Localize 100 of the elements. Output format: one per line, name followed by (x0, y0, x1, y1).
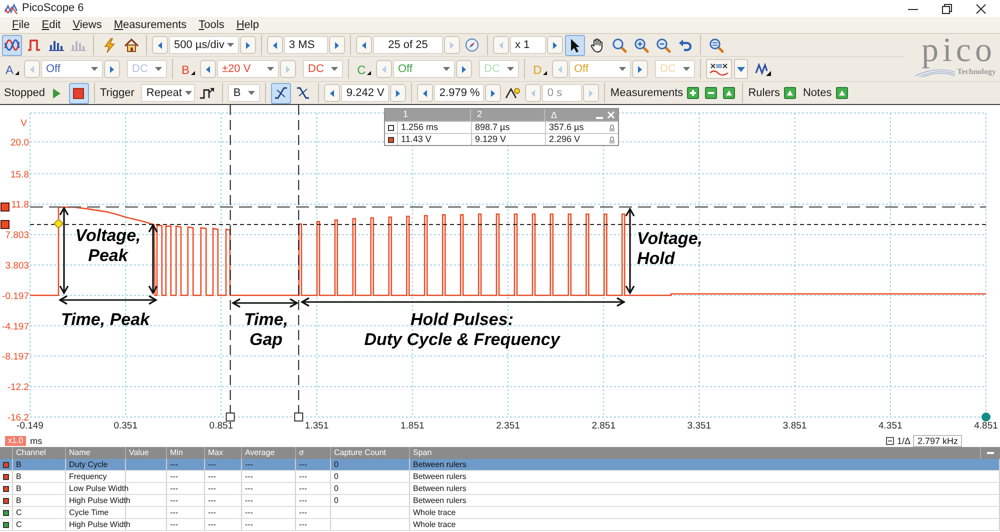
zoom-badge: x1.0 (5, 436, 26, 446)
notes-label: Notes (802, 86, 832, 101)
dropdown-caret-icon (443, 67, 450, 71)
next-button[interactable] (485, 84, 502, 102)
next-button[interactable] (329, 36, 345, 54)
dropdown-caret-icon (507, 67, 514, 71)
axis-unit-label: ms (30, 436, 42, 446)
right-triangle-icon (396, 90, 400, 96)
table-cell: 0 (331, 459, 410, 470)
view-mode-button[interactable] (2, 34, 22, 56)
menu-item[interactable]: Edit (36, 18, 67, 32)
table-row[interactable]: C High Pulse Width --- --- --- --- Whole trace (0, 519, 1000, 531)
table-row[interactable]: B Frequency --- --- --- --- 0 Between rulers (0, 471, 1000, 483)
axis-unit-label: V (20, 118, 27, 129)
right-triangle-icon (553, 42, 557, 48)
measurements-label: Measurements (610, 86, 684, 101)
next-button[interactable] (632, 60, 648, 78)
previous-button[interactable] (324, 84, 340, 102)
trigger-source-dropdown[interactable]: B (228, 84, 260, 102)
timebase-dropdown[interactable]: 500 µs/div (169, 36, 239, 54)
annotation-text: Time, Gap (242, 310, 290, 350)
pointer-tool-button[interactable] (565, 34, 585, 56)
right-triangle-icon (110, 66, 114, 72)
range-dropdown[interactable]: Off (41, 60, 103, 78)
table-cell: 357.6 µs (549, 122, 584, 133)
trigger-position-icon (505, 86, 522, 100)
previous-button[interactable] (200, 60, 216, 78)
table-cell: C (13, 507, 66, 518)
menu-item[interactable]: Help (230, 18, 265, 32)
left-triangle-icon (382, 66, 386, 72)
range-dropdown[interactable]: ±20 V (217, 60, 279, 78)
previous-button[interactable] (356, 36, 372, 54)
next-button[interactable] (547, 36, 563, 54)
rising-edge-icon (274, 86, 288, 100)
math-channel-button[interactable] (706, 59, 732, 79)
notes-options-button[interactable] (834, 85, 850, 101)
axis-handle[interactable] (982, 412, 990, 422)
zoom-factor-field[interactable]: x 1 (510, 36, 546, 54)
column-header: 2 (471, 109, 545, 121)
rulers-options-button[interactable] (782, 85, 798, 101)
pulse-trigger-icon (199, 86, 216, 100)
triangle-up-icon (784, 87, 796, 99)
stop-button[interactable] (68, 82, 89, 104)
table-row[interactable]: B Low Pulse Width --- --- --- --- 0 Between rulers (0, 483, 1000, 495)
table-cell: B (13, 459, 66, 470)
rulers-label: Rulers (748, 86, 780, 101)
lock-icon (609, 124, 615, 132)
logo-wordmark: pico (921, 35, 996, 67)
next-button[interactable] (390, 84, 406, 102)
annotation-text: Time, Peak (61, 310, 150, 330)
plus-icon (687, 87, 700, 99)
previous-button[interactable] (417, 84, 434, 102)
table-cell: 2.296 V (549, 134, 580, 145)
table-cell: Between rulers (410, 459, 1000, 470)
axis-tick-label: -4.197 (2, 321, 29, 332)
axis-tick-label: -8.197 (2, 352, 29, 363)
previous-button[interactable] (267, 36, 283, 54)
menu-item[interactable]: Tools (192, 18, 230, 32)
axis-tick-label: 15.8 (10, 169, 29, 180)
samples-field[interactable]: 3 MS (284, 36, 328, 54)
undo-icon (678, 38, 692, 52)
readout-label: 1/Δ (896, 436, 910, 446)
pretrigger-field[interactable]: 2.979 % (434, 84, 484, 102)
window-title: PicoScope 6 (22, 1, 84, 16)
ruler-handle[interactable] (226, 412, 235, 422)
math-menu-button[interactable] (734, 59, 748, 79)
close-icon (607, 111, 615, 119)
dropdown-caret-icon (155, 67, 162, 71)
dropdown-caret-icon (267, 67, 274, 71)
table-cell: --- (242, 483, 296, 494)
frequency-readout: 2.797 kHz (913, 435, 962, 447)
rising-edge-button[interactable] (271, 82, 292, 104)
previous-button[interactable] (152, 36, 168, 54)
corner-triangle-icon (542, 71, 547, 75)
next-button[interactable] (240, 36, 256, 54)
table-cell: --- (296, 495, 331, 506)
next-button[interactable] (104, 60, 120, 78)
left-triangle-icon (362, 42, 366, 48)
right-triangle-icon (246, 42, 250, 48)
table-cell: Duty Cycle (66, 459, 126, 470)
axis-tick-label: -12.2 (7, 382, 29, 394)
menu-item[interactable]: Measurements (108, 18, 193, 32)
hand-icon (590, 38, 604, 52)
buffer-field[interactable]: 25 of 25 (373, 36, 443, 54)
table-cell: 9.129 V (471, 134, 545, 145)
add-measurement-button[interactable] (685, 85, 702, 101)
coupling-dropdown[interactable]: DC (303, 60, 343, 78)
table-cell: Between rulers (410, 483, 1000, 494)
trigger-mode-dropdown[interactable]: Repeat (141, 84, 196, 102)
channel-button[interactable]: A (2, 60, 22, 78)
table-row[interactable]: C Cycle Time --- --- --- --- Whole trace (0, 507, 1000, 519)
next-button[interactable] (456, 60, 472, 78)
remove-measurement-button[interactable] (703, 85, 720, 101)
table-row[interactable]: B Duty Cycle --- --- --- --- 0 Between rulers (0, 459, 1000, 471)
ruler-handle[interactable] (294, 412, 304, 422)
menu-item[interactable]: File (6, 18, 36, 32)
table-row[interactable]: B High Pulse Width --- --- --- --- 0 Between rulers (0, 495, 1000, 507)
measurement-options-button[interactable] (721, 85, 738, 101)
menu-item[interactable]: Views (66, 18, 108, 32)
threshold-field[interactable]: 9.242 V (341, 84, 390, 102)
